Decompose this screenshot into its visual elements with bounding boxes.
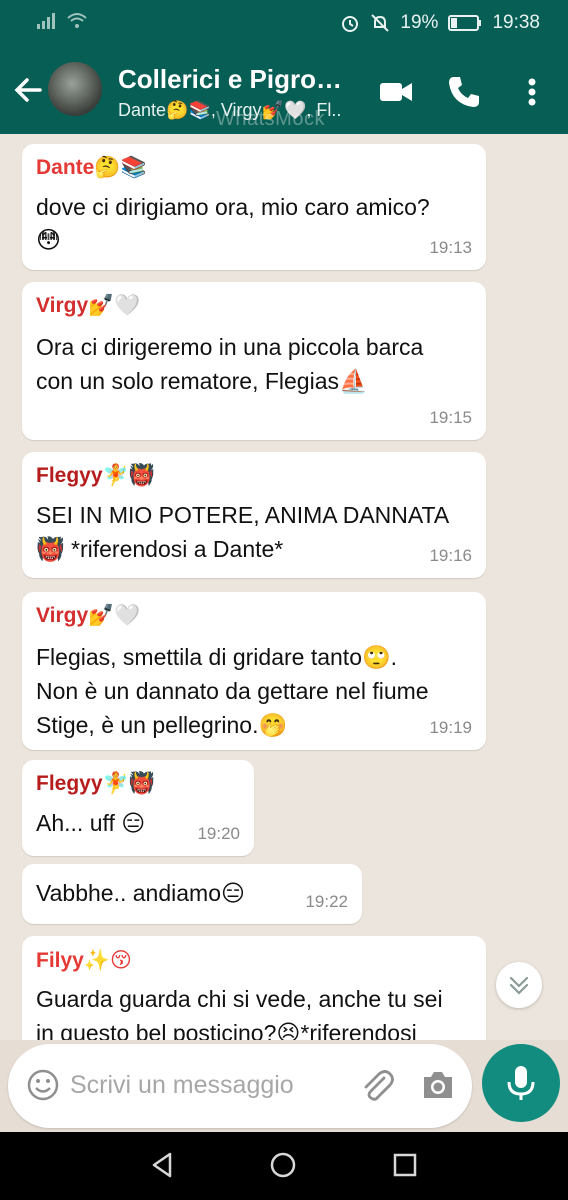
smiley-icon[interactable] (26, 1068, 60, 1102)
chevron-double-down-icon (509, 976, 529, 995)
message-line: con un solo rematore, Flegias⛵ (36, 368, 368, 394)
message-sender: Virgy💅🤍 (36, 604, 141, 627)
scroll-to-bottom-button[interactable] (496, 962, 542, 1008)
status-right: 19% 19:38 (340, 12, 540, 34)
message-time: 19:20 (197, 824, 240, 843)
alarm-icon (342, 16, 359, 32)
message-line: Non è un dannato da gettare nel fiume (36, 678, 429, 704)
message-line: 👹 *riferendosi a Dante* (36, 536, 284, 562)
message-line: Ah... uff 😑 (36, 810, 146, 836)
message-text: Vabbhe.. andiamo😑 (36, 876, 245, 910)
chat-area[interactable]: Dante🤔📚 dove ci dirigiamo ora, mio caro … (0, 134, 568, 1040)
message-time: 19:16 (429, 546, 472, 565)
message-sender: Flegyy🧚👹 (36, 464, 155, 487)
message-line: SEI IN MIO POTERE, ANIMA DANNATA (36, 502, 450, 528)
message-text: Flegias, smettila di gridare tanto🙄. Non… (36, 640, 429, 742)
battery-percent: 19% (400, 12, 439, 33)
nav-recents-icon[interactable] (390, 1150, 420, 1180)
signal-icon (37, 13, 55, 29)
message-sender: Flegyy🧚👹 (36, 772, 155, 795)
message-input[interactable]: Scrivi un messaggio (70, 1071, 294, 1100)
chat-title[interactable]: Collerici e Pigron... (118, 64, 348, 95)
message-bubble[interactable]: Virgy💅🤍 Ora ci dirigeremo in una piccola… (22, 282, 486, 440)
message-line: 😳 (36, 227, 62, 254)
message-line: Ora ci dirigeremo in una piccola barca (36, 334, 424, 360)
message-line: Stige, è un pellegrino.🤭 (36, 712, 288, 738)
message-text: SEI IN MIO POTERE, ANIMA DANNATA 👹 *rife… (36, 498, 449, 566)
battery-icon (448, 15, 482, 31)
message-line: Vabbhe.. andiamo😑 (36, 880, 245, 906)
mute-icon (371, 14, 390, 32)
message-text: Guarda guarda chi si vede, anche tu sei … (36, 982, 443, 1040)
message-bubble[interactable]: Dante🤔📚 dove ci dirigiamo ora, mio caro … (22, 144, 486, 270)
videocam-icon[interactable] (376, 72, 416, 112)
message-line: Guarda guarda chi si vede, anche tu sei (36, 986, 443, 1012)
mic-button[interactable] (482, 1044, 560, 1122)
android-navbar (0, 1132, 568, 1200)
camera-icon[interactable] (420, 1068, 456, 1102)
message-time: 19:13 (429, 238, 472, 257)
mic-icon (507, 1066, 535, 1100)
nav-back-icon[interactable] (148, 1150, 178, 1180)
message-sender: Dante🤔📚 (36, 156, 147, 179)
message-bubble[interactable]: Flegyy🧚👹 Ah... uff 😑 19:20 (22, 760, 254, 856)
message-bubble[interactable]: Filyy✨😚 Guarda guarda chi si vede, anche… (22, 936, 486, 1040)
status-left (36, 12, 88, 30)
status-bar: 19% 19:38 (0, 0, 568, 48)
wifi-icon (67, 13, 87, 28)
watermark: WhatsMock (216, 108, 325, 130)
paperclip-icon[interactable] (358, 1066, 396, 1104)
message-bubble[interactable]: Vabbhe.. andiamo😑 19:22 (22, 864, 362, 924)
message-sender: Filyy✨😚 (36, 949, 132, 972)
message-text: dove ci dirigiamo ora, mio caro amico? 😳 (36, 190, 430, 258)
status-time: 19:38 (492, 12, 540, 33)
message-bubble[interactable]: Flegyy🧚👹 SEI IN MIO POTERE, ANIMA DANNAT… (22, 452, 486, 578)
group-avatar[interactable] (48, 62, 102, 116)
message-line: Flegias, smettila di gridare tanto🙄. (36, 644, 398, 670)
message-time: 19:22 (305, 892, 348, 911)
phone-icon[interactable] (444, 72, 484, 112)
more-vert-icon[interactable] (512, 72, 552, 112)
message-sender: Virgy💅🤍 (36, 294, 141, 317)
nav-home-icon[interactable] (268, 1150, 298, 1180)
message-line: dove ci dirigiamo ora, mio caro amico? (36, 194, 430, 220)
message-time: 19:19 (429, 718, 472, 737)
message-text: Ora ci dirigeremo in una piccola barca c… (36, 330, 423, 398)
message-time: 19:15 (429, 408, 472, 427)
message-text: Ah... uff 😑 (36, 806, 145, 840)
message-line: in questo bel posticino?😣*riferendosi (36, 1020, 417, 1040)
arrow-left-icon[interactable] (10, 72, 46, 108)
message-composer[interactable]: Scrivi un messaggio (8, 1044, 472, 1128)
message-bubble[interactable]: Virgy💅🤍 Flegias, smettila di gridare tan… (22, 592, 486, 750)
